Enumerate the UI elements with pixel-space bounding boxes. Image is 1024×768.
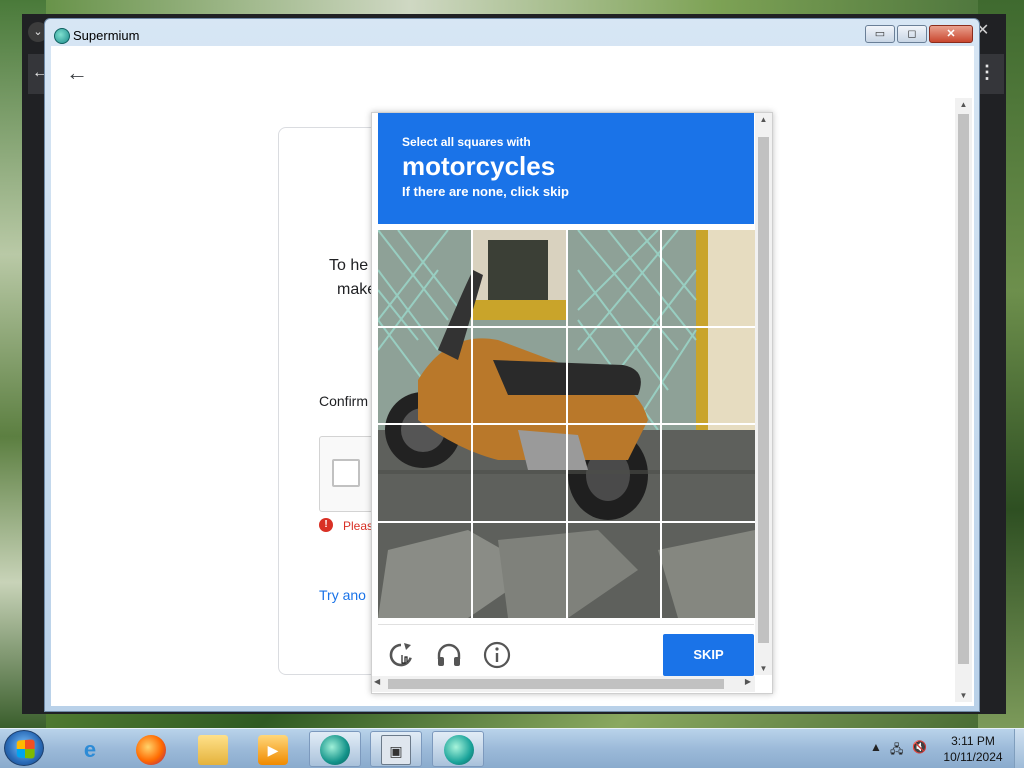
captcha-tile[interactable] [662, 425, 755, 521]
captcha-tile-image [662, 425, 755, 521]
captcha-tile[interactable] [662, 327, 755, 423]
captcha-tile-image [662, 327, 755, 423]
captcha-tile-image [472, 230, 566, 326]
window-title: Supermium [73, 28, 140, 43]
captcha-tile-image [567, 522, 661, 618]
captcha-tile-image [378, 425, 471, 521]
headphones-icon[interactable] [434, 640, 464, 670]
reload-icon[interactable] [386, 640, 416, 670]
volume-muted-icon[interactable]: 🔇 [912, 740, 927, 754]
error-icon: ! [319, 518, 333, 532]
firefox-icon[interactable] [136, 735, 166, 765]
captcha-scroll-up-icon[interactable]: ▲ [755, 115, 772, 124]
close-button[interactable]: ✕ [929, 25, 973, 43]
captcha-tile-image [662, 522, 755, 618]
captcha-tile[interactable] [378, 230, 471, 326]
window-controls: ▭ ◻ ✕ [865, 25, 973, 43]
captcha-tile-image [378, 327, 471, 423]
captcha-tile-image [378, 522, 471, 618]
captcha-tile[interactable] [567, 425, 661, 521]
supermium-app-icon [54, 28, 70, 44]
captcha-tile[interactable] [567, 230, 661, 326]
captcha-image-grid [378, 230, 755, 618]
captcha-scroll-left-icon[interactable]: ◀ [374, 677, 380, 686]
page-scrollbar[interactable]: ▲ ▼ [955, 98, 972, 702]
show-desktop-button[interactable] [1014, 729, 1024, 768]
captcha-instruction: Select all squares with [402, 135, 531, 149]
captcha-tile-image [567, 425, 661, 521]
captcha-tile[interactable] [662, 522, 755, 618]
try-another-link[interactable]: Try ano [319, 587, 366, 603]
captcha-tile[interactable] [472, 522, 566, 618]
captcha-scroll-right-icon[interactable]: ▶ [745, 677, 751, 686]
intro-text-line1: To he [329, 257, 369, 274]
clock-time: 3:11 PM [951, 734, 995, 748]
minimize-button[interactable]: ▭ [865, 25, 895, 43]
skip-button[interactable]: SKIP [663, 634, 754, 676]
captcha-tile-image [472, 425, 566, 521]
captcha-tile[interactable] [662, 230, 755, 326]
captcha-header: Select all squares with motorcycles If t… [378, 113, 754, 224]
background-menu-icon[interactable]: ⋮ [978, 62, 996, 83]
error-text: Pleas [343, 519, 374, 533]
tray-expand-icon[interactable]: ▲ [870, 740, 882, 754]
captcha-scroll-down-icon[interactable]: ▼ [755, 664, 772, 673]
system-clock[interactable]: 3:11 PM 10/11/2024 [938, 733, 1008, 765]
captcha-tile[interactable] [567, 522, 661, 618]
captcha-tile[interactable] [472, 327, 566, 423]
recaptcha-checkbox[interactable] [332, 459, 360, 487]
captcha-tile[interactable] [378, 425, 471, 521]
file-explorer-icon[interactable] [198, 735, 228, 765]
maximize-button[interactable]: ◻ [897, 25, 927, 43]
captcha-tile-image [472, 522, 566, 618]
media-player-icon[interactable]: ▶ [258, 735, 288, 765]
captcha-vertical-scrollbar[interactable]: ▲ ▼ [755, 113, 772, 675]
captcha-tile-image [567, 327, 661, 423]
captcha-horizontal-scrollbar[interactable]: ◀ ▶ [372, 676, 755, 692]
start-button[interactable] [4, 730, 44, 766]
supermium-profile-icon [320, 735, 350, 765]
captcha-tile[interactable] [472, 425, 566, 521]
captcha-subtext: If there are none, click skip [402, 184, 569, 199]
captcha-tile[interactable] [472, 230, 566, 326]
scroll-up-icon[interactable]: ▲ [955, 100, 972, 109]
captcha-tile-image [472, 327, 566, 423]
captcha-hscroll-thumb[interactable] [388, 679, 724, 689]
confirm-label: Confirm [319, 393, 369, 409]
captcha-target: motorcycles [402, 151, 556, 181]
captcha-tile[interactable] [567, 327, 661, 423]
clock-date: 10/11/2024 [943, 750, 1003, 764]
captcha-tile-image [378, 230, 471, 326]
supermium-icon [444, 735, 474, 765]
captcha-tile[interactable] [378, 327, 471, 423]
image-viewer-icon: ▣ [381, 735, 411, 765]
captcha-tile[interactable] [378, 522, 471, 618]
page-scroll-thumb[interactable] [958, 114, 969, 664]
scroll-down-icon[interactable]: ▼ [955, 691, 972, 700]
captcha-scroll-thumb[interactable] [758, 137, 769, 643]
captcha-tile-image [567, 230, 661, 326]
windows-logo-icon [16, 739, 35, 759]
captcha-tile-image [662, 230, 755, 326]
back-arrow-icon[interactable]: ← [66, 60, 88, 86]
captcha-footer-divider [378, 624, 754, 625]
internet-explorer-icon[interactable]: e [75, 735, 105, 765]
info-icon[interactable] [482, 640, 512, 670]
network-icon[interactable]: 🖧 [890, 740, 903, 761]
